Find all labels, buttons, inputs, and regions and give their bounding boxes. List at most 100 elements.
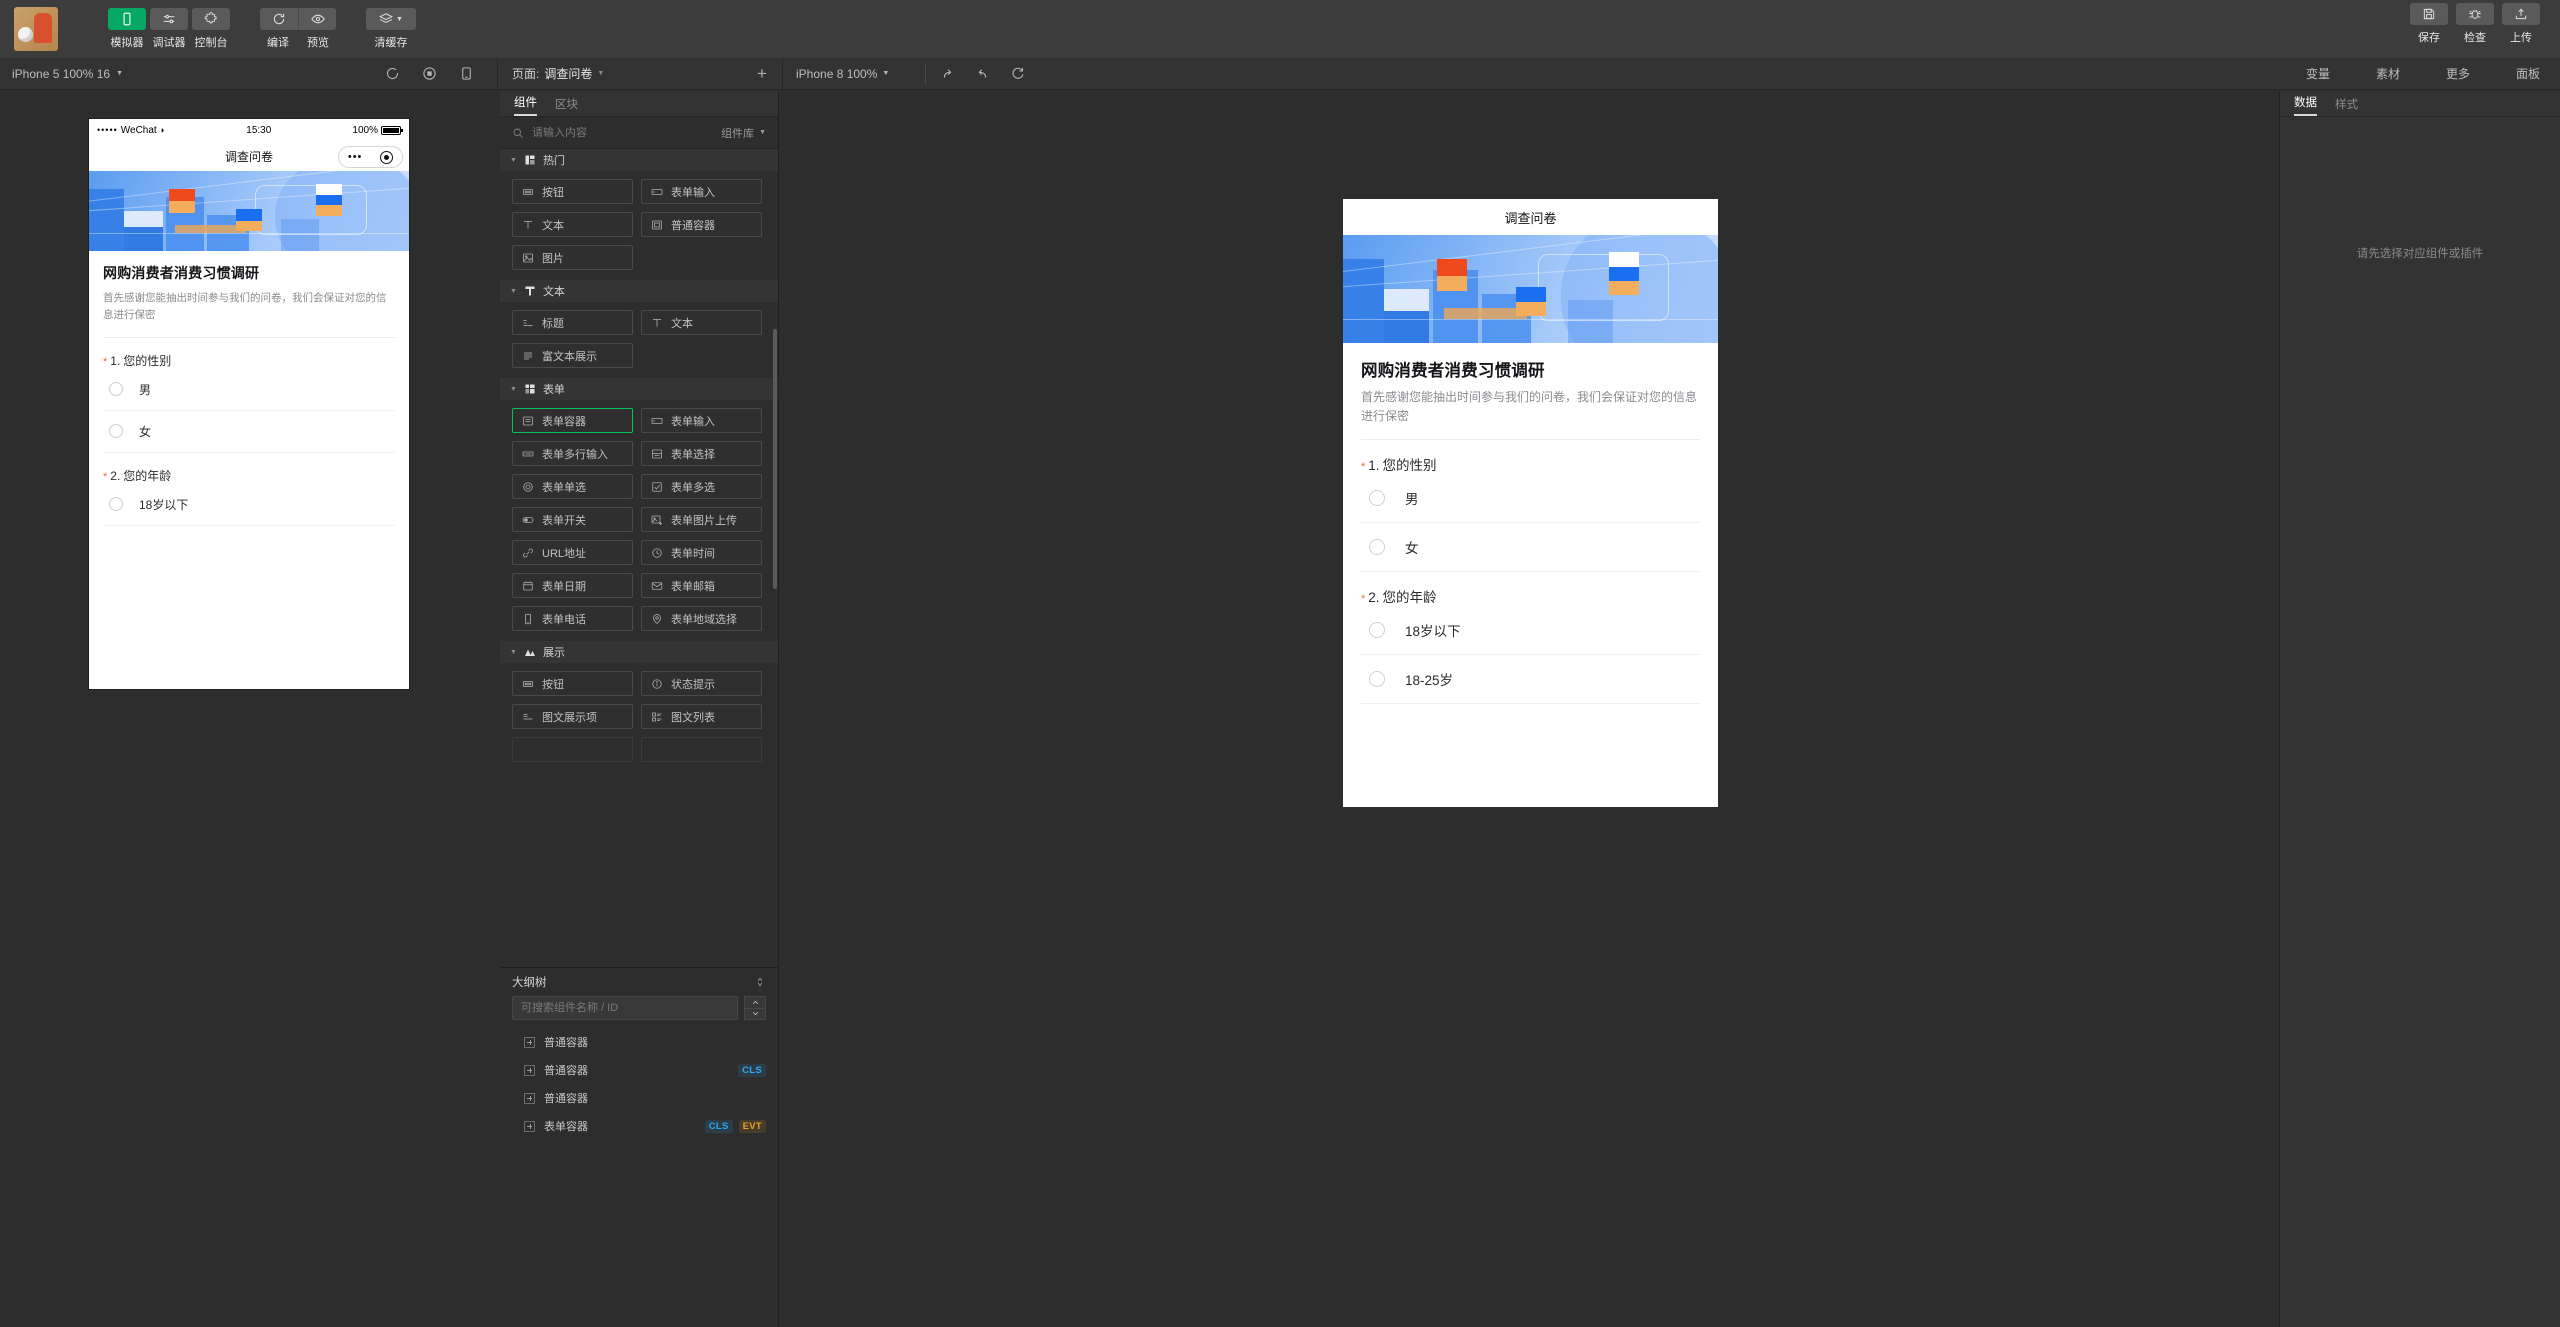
canvas-question-2[interactable]: * 2. 您的年龄 — [1361, 586, 1700, 606]
expand-icon[interactable] — [524, 1120, 535, 1132]
canvas-area[interactable]: 调查问卷 网购消费者消费习惯调研 首先感谢您能抽出时间参与我们的问卷，我们会保证… — [779, 91, 2279, 1327]
component-form-switch[interactable]: 表单开关 — [512, 507, 633, 532]
option-row[interactable]: 18-25岁 — [1361, 655, 1700, 705]
component-text[interactable]: 文本 — [512, 212, 633, 237]
component-form-container[interactable]: 表单容器 — [512, 408, 633, 433]
component-media-list[interactable]: 图文列表 — [641, 704, 762, 729]
option-row[interactable]: 女 — [1361, 523, 1700, 573]
radio-icon[interactable] — [1369, 539, 1385, 556]
menu-panel[interactable]: 面板 — [2516, 65, 2540, 82]
check-button[interactable]: 检查 — [2455, 3, 2495, 45]
compile-button[interactable] — [260, 8, 298, 30]
outline-prev-button[interactable] — [744, 996, 766, 1009]
radio-icon[interactable] — [1369, 490, 1385, 507]
option-row[interactable]: 男 — [1361, 474, 1700, 524]
component-form-image-upload[interactable]: 表单图片上传 — [641, 507, 762, 532]
option-row[interactable]: 男 — [103, 369, 395, 411]
radio-icon[interactable] — [109, 382, 123, 397]
expand-icon[interactable] — [524, 1092, 535, 1104]
component-media-item[interactable]: 图文展示项 — [512, 704, 633, 729]
outline-row[interactable]: 普通容器 CLS — [500, 1056, 778, 1084]
debugger-button[interactable]: 调试器 — [149, 8, 189, 50]
phone-icon — [108, 8, 146, 30]
component-image[interactable]: 图片 — [512, 245, 633, 270]
component-form-region[interactable]: 表单地域选择 — [641, 606, 762, 631]
upload-button[interactable]: 上传 — [2501, 3, 2541, 45]
component-heading[interactable]: 标题 — [512, 310, 633, 335]
component-richtext[interactable]: 富文本展示 — [512, 343, 633, 368]
component-text[interactable]: 文本 — [641, 310, 762, 335]
component-form-radio[interactable]: 表单单选 — [512, 474, 633, 499]
preview-button[interactable] — [298, 8, 336, 30]
component-form-select[interactable]: 表单选择 — [641, 441, 762, 466]
simulator-device-select[interactable]: iPhone 5 100% 16 ▼ — [12, 67, 123, 81]
component-form-date[interactable]: 表单日期 — [512, 573, 633, 598]
page-selector[interactable]: 页面: 调查问卷 ▼ — [512, 65, 604, 82]
reload-icon[interactable] — [1010, 66, 1025, 81]
component-form-time[interactable]: 表单时间 — [641, 540, 762, 565]
expand-collapse-icon[interactable] — [754, 976, 766, 988]
component-container[interactable]: 普通容器 — [641, 212, 762, 237]
outline-search-input[interactable] — [512, 996, 738, 1020]
group-header-text[interactable]: ▼ 文本 — [500, 280, 778, 302]
redo-icon[interactable] — [940, 66, 955, 81]
canvas-phone-preview[interactable]: 调查问卷 网购消费者消费习惯调研 首先感谢您能抽出时间参与我们的问卷，我们会保证… — [1343, 199, 1718, 807]
component-url[interactable]: URL地址 — [512, 540, 633, 565]
component-form-textarea[interactable]: 表单多行输入 — [512, 441, 633, 466]
search-input[interactable] — [532, 126, 714, 139]
component-form-input[interactable]: 表单输入 — [641, 408, 762, 433]
group-header-popular[interactable]: ▼ 热门 — [500, 149, 778, 171]
radio-icon[interactable] — [1369, 671, 1385, 688]
component-more-a[interactable] — [512, 737, 633, 762]
tab-blocks[interactable]: 区块 — [555, 96, 578, 116]
refresh-icon[interactable] — [385, 66, 400, 81]
option-row[interactable]: 女 — [103, 411, 395, 453]
canvas-form-content[interactable]: 网购消费者消费习惯调研 首先感谢您能抽出时间参与我们的问卷，我们会保证对您的信息… — [1343, 343, 1718, 705]
component-status-tip[interactable]: 状态提示 — [641, 671, 762, 696]
expand-icon[interactable] — [524, 1064, 535, 1076]
component-form-checkbox[interactable]: 表单多选 — [641, 474, 762, 499]
component-button[interactable]: 按钮 — [512, 671, 633, 696]
component-form-phone[interactable]: 表单电话 — [512, 606, 633, 631]
outline-row[interactable]: 表单容器 CLS EVT — [500, 1112, 778, 1140]
components-panel: 组件 区块 组件库 ▼ ▼ 热门 按钮 — [500, 91, 779, 1327]
phone-frame-icon[interactable] — [459, 66, 474, 81]
simulator-button[interactable]: 模拟器 — [107, 8, 147, 50]
components-scrollbar[interactable] — [773, 329, 777, 589]
component-form-email[interactable]: 表单邮箱 — [641, 573, 762, 598]
menu-assets[interactable]: 素材 — [2376, 65, 2400, 82]
outline-next-button[interactable] — [744, 1008, 766, 1020]
undo-icon[interactable] — [975, 66, 990, 81]
clear-cache-button[interactable]: ▼ 清缓存 — [365, 8, 417, 50]
canvas-banner-image[interactable] — [1343, 235, 1718, 343]
save-button[interactable]: 保存 — [2409, 3, 2449, 45]
radio-icon[interactable] — [1369, 622, 1385, 639]
menu-variables[interactable]: 变量 — [2306, 65, 2330, 82]
radio-icon[interactable] — [109, 424, 123, 439]
menu-more[interactable]: 更多 — [2446, 65, 2470, 82]
console-button[interactable]: 控制台 — [191, 8, 231, 50]
outline-row[interactable]: 普通容器 — [500, 1028, 778, 1056]
group-header-display[interactable]: ▼ 展示 — [500, 641, 778, 663]
components-scroll-area[interactable]: ▼ 热门 按钮 表单输入 文本 普通容器 图片 ▼ 文本 标题 文本 富文本展示… — [500, 149, 778, 967]
tab-style[interactable]: 样式 — [2335, 96, 2358, 116]
radio-icon[interactable] — [109, 497, 123, 512]
outline-row[interactable]: 普通容器 — [500, 1084, 778, 1112]
expand-icon[interactable] — [524, 1036, 535, 1048]
simulator-phone[interactable]: ••••• WeChat ◗ 15:30 100% 调查问卷 ••• 网购消费者… — [89, 119, 409, 689]
component-library-select[interactable]: 组件库 ▼ — [721, 125, 766, 141]
component-form-input[interactable]: 表单输入 — [641, 179, 762, 204]
tab-components[interactable]: 组件 — [514, 94, 537, 116]
add-page-button[interactable]: + — [757, 65, 767, 82]
canvas-device-select[interactable]: iPhone 8 100% ▼ — [796, 67, 889, 81]
option-row[interactable]: 18岁以下 — [1361, 606, 1700, 656]
component-more-b[interactable] — [641, 737, 762, 762]
option-row[interactable]: 18岁以下 — [103, 484, 395, 526]
simulator-icon-group — [385, 66, 474, 81]
wechat-capsule[interactable]: ••• — [338, 146, 403, 168]
group-header-form[interactable]: ▼ 表单 — [500, 378, 778, 400]
record-stop-icon[interactable] — [422, 66, 437, 81]
tab-data[interactable]: 数据 — [2294, 94, 2317, 116]
component-button[interactable]: 按钮 — [512, 179, 633, 204]
canvas-question-1[interactable]: * 1. 您的性别 — [1361, 454, 1700, 474]
